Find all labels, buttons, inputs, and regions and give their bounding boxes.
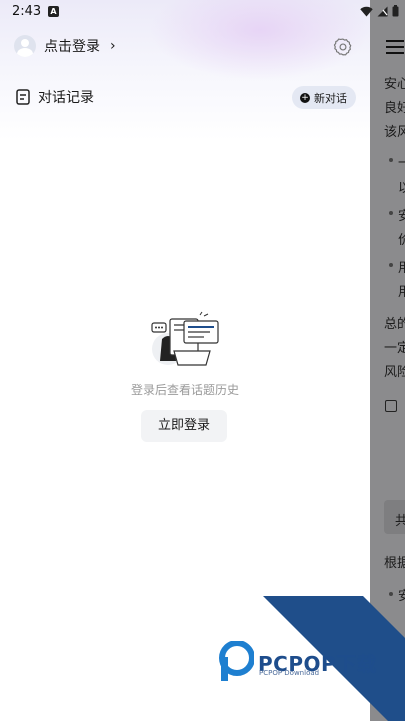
settings-gear-icon[interactable] — [333, 37, 353, 57]
bg-text-line: 风险 — [384, 365, 405, 380]
login-now-button[interactable]: 立即登录 — [141, 410, 227, 442]
bullet-dot — [389, 158, 393, 162]
bg-text-line: 总的 — [384, 317, 405, 332]
avatar — [14, 35, 36, 57]
notification-a-icon: A — [48, 6, 59, 17]
bullet-dot — [389, 211, 393, 215]
menu-icon — [386, 40, 404, 54]
signal-icon — [377, 6, 388, 16]
wifi-icon — [360, 6, 373, 16]
new-chat-button[interactable]: + 新对话 — [292, 86, 356, 109]
empty-history-illustration — [151, 311, 219, 366]
copy-icon — [385, 400, 397, 412]
bullet-dot — [389, 263, 393, 267]
document-icon — [16, 89, 30, 105]
bg-text-line: 共 — [395, 514, 405, 529]
new-chat-label: 新对话 — [314, 91, 347, 105]
bg-text-line: 安 — [398, 209, 405, 224]
bg-text-line: 安心 — [384, 77, 405, 92]
bg-text-line: 一定 — [384, 341, 405, 356]
bg-text-line: 一 — [398, 156, 405, 171]
empty-state-message: 登录后查看话题历史 — [130, 383, 239, 397]
bg-text-line: 用 — [398, 285, 405, 300]
bg-text-line: 以 — [398, 181, 405, 196]
chevron-right-icon: › — [110, 38, 116, 54]
bg-text-line: 良好 — [384, 101, 405, 116]
bg-text-line: 根据 — [384, 556, 405, 571]
history-title: 对话记录 — [38, 90, 94, 106]
watermark-subtitle: PCPOP Download — [259, 669, 320, 677]
battery-icon — [392, 5, 399, 17]
status-time: 2:43 — [12, 4, 42, 19]
pcpop-logo-icon — [219, 641, 254, 681]
login-entry[interactable]: 点击登录 › — [14, 35, 116, 57]
bg-text-line: 价 — [398, 233, 405, 248]
status-bar: 2:43 A — [0, 0, 405, 24]
plus-icon: + — [300, 92, 310, 103]
history-header: 对话记录 — [16, 87, 94, 107]
login-label: 点击登录 — [44, 39, 100, 55]
bg-text-line: 用 — [398, 261, 405, 276]
bg-text-line: 该风 — [384, 125, 405, 140]
